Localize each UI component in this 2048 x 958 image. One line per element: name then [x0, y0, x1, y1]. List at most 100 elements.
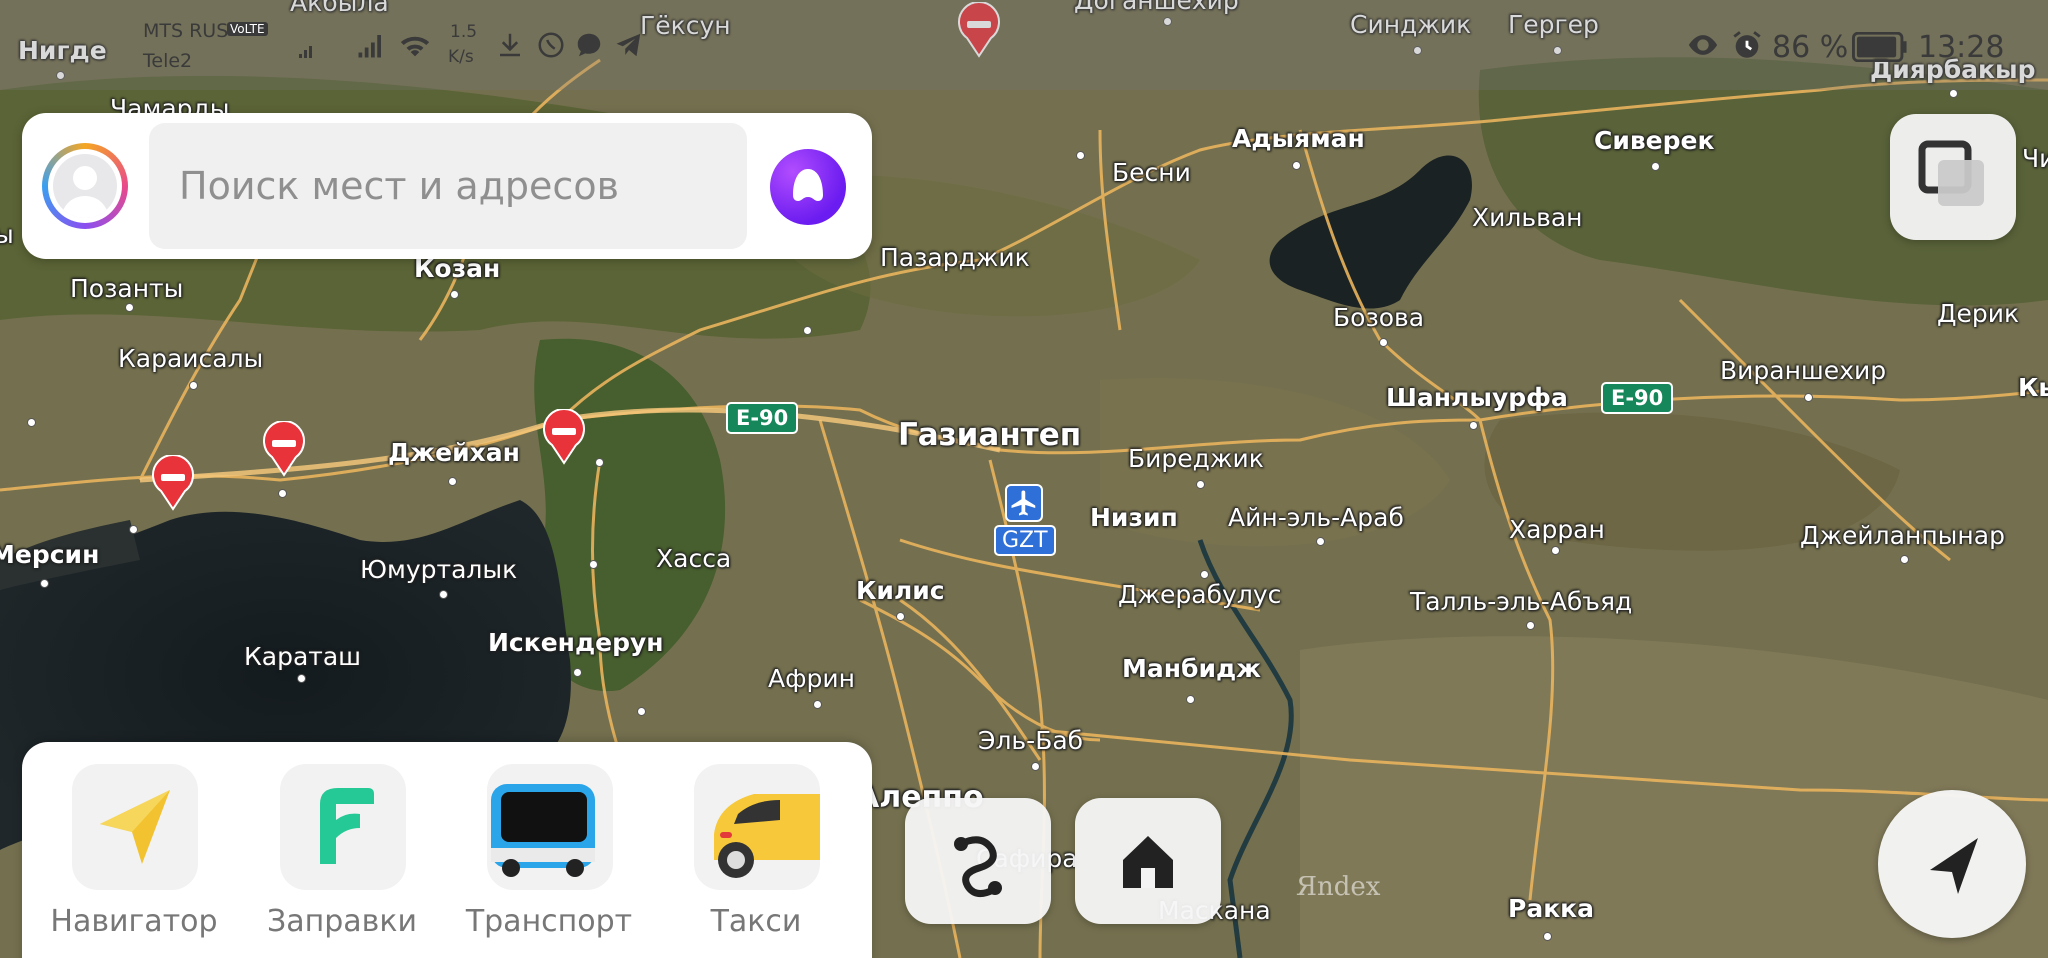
city-dot [1379, 338, 1388, 347]
road-closure-pin[interactable] [150, 455, 196, 511]
net-speed-unit: K/s [448, 47, 474, 67]
alice-icon [793, 169, 823, 201]
city-dot [595, 458, 604, 467]
city-dot [1186, 695, 1195, 704]
eye-icon [1688, 35, 1718, 55]
city-label: Вираншехир [1720, 356, 1887, 385]
city-label: Чина [2022, 144, 2048, 173]
city-label: Биреджик [1128, 444, 1264, 473]
city-dot [129, 525, 138, 534]
service-label: Такси [710, 904, 802, 939]
service-label: Навигатор [50, 904, 218, 939]
volte-badge: VoLTE [227, 22, 268, 36]
city-dot [1031, 762, 1040, 771]
city-dot [637, 707, 646, 716]
carrier-1: MTS RUS [143, 20, 229, 42]
city-dot [448, 477, 457, 486]
city-label: Килис [856, 576, 945, 605]
city-dot [27, 418, 36, 427]
city-label: Искендерун [488, 628, 664, 657]
service-navigator[interactable]: Навигатор [49, 764, 219, 958]
home-button[interactable] [1075, 798, 1221, 924]
telegram-icon [616, 33, 641, 57]
city-dot [40, 579, 49, 588]
city-dot [1804, 393, 1813, 402]
carrier-2: Tele2 [143, 50, 193, 72]
city-label: Адыяман [1232, 124, 1365, 153]
airplane-icon [1011, 490, 1036, 516]
road-badge-e90: E-90 [1601, 382, 1674, 414]
city-label: Позанты [70, 274, 184, 303]
signal-icon [358, 35, 381, 58]
route-icon [954, 836, 1002, 897]
city-label: Хасса [656, 544, 732, 573]
city-dot [1651, 162, 1660, 171]
city-label: Пазарджик [880, 243, 1030, 272]
city-dot [1316, 537, 1325, 546]
city-dot [450, 290, 459, 299]
city-label: Мерсин [0, 540, 100, 569]
city-dot [1526, 621, 1535, 630]
wifi-icon [400, 36, 430, 57]
city-label: Африн [768, 664, 855, 693]
city-dot [1543, 932, 1552, 941]
city-dot [278, 489, 287, 498]
city-label: Козан [414, 254, 501, 283]
search-input[interactable] [149, 123, 747, 249]
status-bar: MTS RUS VoLTE Tele2 1.5 K/s 86 % 13:28 [0, 0, 2048, 90]
location-arrow-icon [1930, 838, 1978, 894]
city-dot [1949, 89, 1958, 98]
city-label: Караисалы [118, 344, 264, 373]
city-label: Кы [2018, 373, 2048, 402]
city-dot [1196, 480, 1205, 489]
city-label: Юмурталык [360, 555, 518, 584]
battery-icon [1852, 32, 1907, 62]
clock-time: 13:28 [1918, 30, 2005, 65]
city-dot [803, 326, 812, 335]
service-fuel[interactable]: Заправки [257, 764, 427, 958]
bus-icon [491, 784, 595, 877]
city-label: ы [0, 220, 14, 249]
city-dot [1469, 421, 1478, 430]
city-dot [813, 700, 822, 709]
city-label: Сиверек [1594, 126, 1715, 155]
road-badge-e90: E-90 [726, 402, 799, 434]
city-label: Эль-Баб [978, 726, 1084, 755]
map-screen: Нигде Чамарды Акбыла Гёксун Доганшехир С… [0, 0, 2048, 958]
city-label: Бозова [1333, 303, 1425, 332]
city-label: Ракка [1508, 894, 1594, 923]
alarm-icon [1733, 31, 1761, 58]
city-dot [1200, 570, 1209, 579]
route-button[interactable] [905, 798, 1051, 924]
fuel-p-icon [320, 788, 374, 864]
city-dot [297, 674, 306, 683]
alice-voice-assistant-button[interactable] [770, 149, 846, 225]
service-taxi[interactable]: Такси [671, 764, 841, 958]
service-label: Транспорт [465, 904, 633, 939]
city-label: Газиантеп [898, 417, 1082, 453]
signal-icon [299, 46, 312, 58]
road-closure-pin[interactable] [261, 421, 307, 477]
city-dot [1076, 151, 1085, 160]
airport-code-label: GZT [994, 525, 1056, 556]
my-location-button[interactable] [1878, 790, 2026, 938]
city-dot [1900, 555, 1909, 564]
user-silhouette-icon [53, 154, 117, 218]
city-label: Шанлыурфа [1386, 383, 1568, 412]
city-dot [896, 612, 905, 621]
airport-marker[interactable] [1005, 484, 1043, 522]
service-transport[interactable]: Транспорт [464, 764, 634, 958]
city-dot [439, 590, 448, 599]
city-dot [1551, 546, 1560, 555]
viber-icon [538, 32, 564, 58]
search-card [22, 113, 872, 259]
download-icon [500, 33, 520, 57]
road-closure-pin[interactable] [541, 409, 587, 465]
user-avatar[interactable] [42, 143, 128, 229]
services-card: Навигатор Заправки Транспорт Такси [22, 742, 872, 958]
city-dot [189, 381, 198, 390]
city-label: Харран [1509, 515, 1605, 544]
map-layers-button[interactable] [1890, 114, 2016, 240]
navigator-arrow-icon [100, 790, 170, 864]
city-dot [1292, 161, 1301, 170]
